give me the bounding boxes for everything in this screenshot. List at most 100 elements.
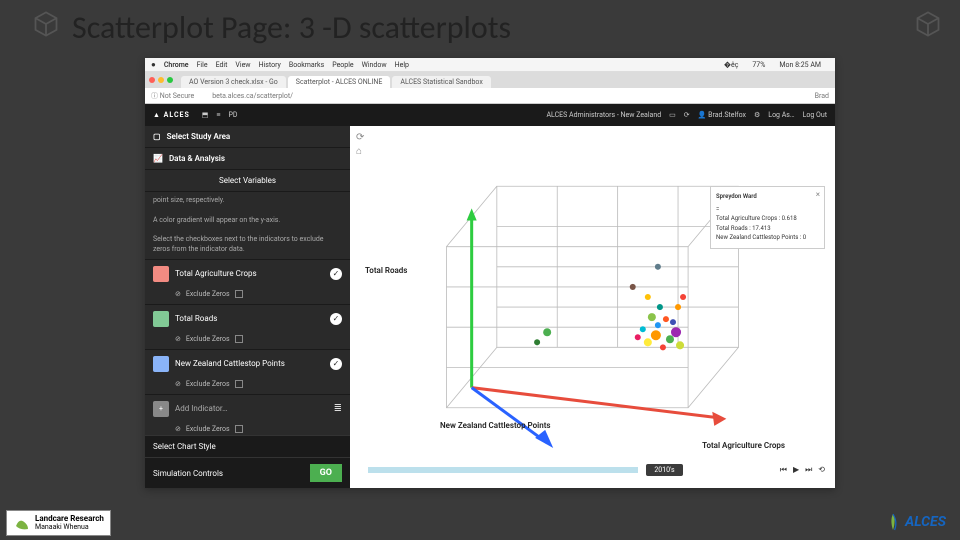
sidebar-data-analysis[interactable]: 📈 Data & Analysis — [145, 148, 350, 170]
checkbox[interactable] — [235, 335, 243, 343]
nav-item[interactable]: PD — [229, 111, 238, 119]
add-indicator-label: Add Indicator… — [175, 404, 328, 413]
menu-item[interactable]: People — [332, 61, 353, 69]
home-chart-icon[interactable]: ⌂ — [356, 146, 362, 157]
menu-item[interactable]: Window — [362, 61, 387, 69]
check-icon[interactable]: ✓ — [330, 313, 342, 325]
browser-tab[interactable]: ALCES Statistical Sandbox — [392, 76, 490, 88]
indicator-label: Total Roads — [175, 314, 324, 323]
tooltip-row: Total Agriculture Crops : 0.618 — [716, 214, 819, 224]
nav-icon[interactable]: ≡ — [216, 111, 220, 119]
cube-icon — [30, 8, 62, 40]
chart-style-row[interactable]: Select Chart Style — [145, 435, 350, 457]
tooltip-row: New Zealand Cattlestop Points : 0 — [716, 233, 819, 243]
refresh-icon[interactable]: ⟳ — [684, 111, 690, 119]
tooltip-title: Spreydon Ward — [716, 192, 819, 202]
close-icon[interactable]: × — [816, 189, 820, 202]
maximize-icon[interactable] — [167, 77, 173, 83]
landcare-logo: Landcare Research Manaaki Whenua — [6, 510, 111, 536]
checkbox[interactable] — [235, 380, 243, 388]
menu-item[interactable]: View — [235, 61, 250, 69]
exclude-zeros-row[interactable]: ⊘ Exclude Zeros — [145, 378, 350, 394]
exclude-zeros-row[interactable]: ⊘ Exclude Zeros — [145, 288, 350, 304]
app-header: ▲ ALCES ⬒ ≡ PD ALCES Administrators - Ne… — [145, 104, 835, 126]
exclude-zeros-row[interactable]: ⊘ Exclude Zeros — [145, 333, 350, 349]
color-swatch[interactable] — [153, 311, 169, 327]
axis-z-label: New Zealand Cattlestop Points — [440, 421, 551, 430]
axis-y-label: Total Roads — [365, 266, 407, 275]
log-as-link[interactable]: Log As… — [768, 111, 794, 119]
timeline[interactable]: 2010's ⏮ ▶ ⏭ ⟲ — [350, 456, 835, 484]
checkbox[interactable] — [235, 290, 243, 298]
address-bar[interactable]: ⓘ Not Secure beta.alces.ca/scatterplot/ … — [145, 88, 835, 104]
tooltip-row: Total Roads : 17.413 — [716, 224, 819, 234]
checkbox[interactable] — [235, 425, 243, 433]
simulation-controls-row[interactable]: Simulation Controls GO — [145, 457, 350, 488]
browser-tab[interactable]: AO Version 3 check.xlsx - Go — [181, 76, 286, 88]
sidebar: ▢ Select Study Area 📈 Data & Analysis Se… — [145, 126, 350, 488]
indicator-row[interactable]: New Zealand Cattlestop Points ✓ — [145, 349, 350, 378]
slide-title: Scatterplot Page: 3 -D scatterplots — [72, 8, 511, 47]
skip-back-icon[interactable]: ⏮ — [780, 465, 787, 475]
exclude-icon: ⊘ — [175, 290, 181, 298]
timeline-track[interactable] — [368, 467, 638, 473]
logout-link[interactable]: Log Out — [803, 111, 827, 119]
clock: Mon 8:25 AM — [779, 61, 821, 69]
browser-window: ● Chrome File Edit View History Bookmark… — [145, 58, 835, 488]
nav-icon[interactable]: ⬒ — [202, 111, 209, 119]
url-text: beta.alces.ca/scatterplot/ — [212, 92, 293, 100]
loop-icon[interactable]: ⟲ — [818, 465, 825, 475]
skip-forward-icon[interactable]: ⏭ — [805, 465, 812, 475]
wifi-icon[interactable]: �êç — [724, 61, 739, 69]
exclude-icon: ⊘ — [175, 380, 181, 388]
gear-icon[interactable]: ⚙ — [754, 111, 760, 119]
help-text: point size, respectively. A color gradie… — [145, 192, 350, 259]
add-indicator-row[interactable]: + Add Indicator… ≣ — [145, 394, 350, 423]
axis-x-label: Total Agriculture Crops — [702, 441, 785, 450]
close-icon[interactable] — [149, 77, 155, 83]
sidebar-select-variables[interactable]: Select Variables — [145, 170, 350, 192]
plus-icon[interactable]: + — [153, 401, 169, 417]
exclude-icon: ⊘ — [175, 335, 181, 343]
year-badge: 2010's — [646, 464, 682, 476]
alces-logo: ALCES — [885, 512, 946, 532]
exclude-icon: ⊘ — [175, 425, 181, 433]
app-body: ▢ Select Study Area 📈 Data & Analysis Se… — [145, 126, 835, 488]
chart-area[interactable]: ⟳ ⌂ — [350, 126, 835, 488]
profile-name[interactable]: Brad — [815, 92, 829, 100]
mac-menubar: ● Chrome File Edit View History Bookmark… — [145, 58, 835, 72]
app-logo[interactable]: ▲ ALCES — [153, 111, 190, 119]
menu-app[interactable]: Chrome — [164, 61, 189, 69]
minimize-icon[interactable] — [158, 77, 164, 83]
tab-bar: AO Version 3 check.xlsx - Go Scatterplot… — [145, 72, 835, 88]
user-name[interactable]: 👤 Brad.Stelfox — [698, 111, 746, 119]
menu-item[interactable]: Edit — [216, 61, 228, 69]
play-icon[interactable]: ▶ — [793, 465, 799, 475]
map-icon: ▢ — [153, 132, 161, 141]
book-icon[interactable]: ▭ — [669, 111, 676, 119]
chart-icon: 📈 — [153, 154, 163, 163]
security-badge: ⓘ Not Secure — [151, 91, 194, 101]
menu-item[interactable]: History — [259, 61, 281, 69]
context-label[interactable]: ALCES Administrators - New Zealand — [546, 111, 661, 119]
menu-item[interactable]: File — [197, 61, 208, 69]
indicator-row[interactable]: Total Roads ✓ — [145, 304, 350, 333]
window-controls[interactable] — [149, 77, 173, 83]
chart-tooltip: × Spreydon Ward = Total Agriculture Crop… — [710, 186, 825, 249]
sidebar-study-area[interactable]: ▢ Select Study Area — [145, 126, 350, 148]
check-icon[interactable]: ✓ — [330, 268, 342, 280]
menu-item[interactable]: Help — [395, 61, 409, 69]
indicator-row[interactable]: Total Agriculture Crops ✓ — [145, 259, 350, 288]
sidebar-bottom: Select Chart Style Simulation Controls G… — [145, 435, 350, 488]
indicator-label: Total Agriculture Crops — [175, 269, 324, 278]
refresh-chart-icon[interactable]: ⟳ — [356, 132, 364, 143]
menu-item[interactable]: Bookmarks — [289, 61, 324, 69]
list-icon[interactable]: ≣ — [334, 403, 342, 414]
indicator-label: New Zealand Cattlestop Points — [175, 359, 324, 368]
color-swatch[interactable] — [153, 266, 169, 282]
tooltip-row: = — [716, 205, 819, 215]
go-button[interactable]: GO — [310, 464, 342, 482]
check-icon[interactable]: ✓ — [330, 358, 342, 370]
browser-tab[interactable]: Scatterplot - ALCES ONLINE — [288, 76, 391, 88]
color-swatch[interactable] — [153, 356, 169, 372]
